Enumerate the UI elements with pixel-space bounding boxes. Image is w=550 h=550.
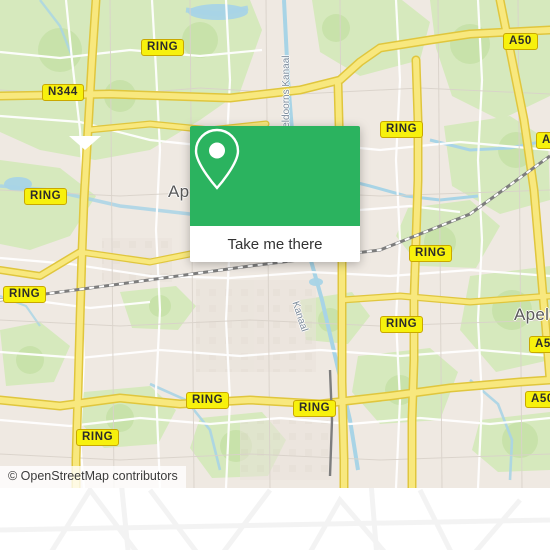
road-shield: RING [380, 121, 424, 138]
road-shield: A5 [536, 132, 550, 149]
place-label: Ap [168, 182, 190, 201]
place-label: Apeld [514, 305, 550, 324]
popup-tail [69, 136, 101, 150]
road-shield: A50 [529, 336, 550, 353]
map-pin-icon [194, 128, 240, 190]
footer-bar: Ttv Gelvandria, Netherlands moovit [0, 488, 550, 550]
road-shield: RING [3, 286, 47, 303]
popup-body [190, 126, 360, 226]
map-canvas[interactable]: RING A50 N344 RING A5 RING RING RING RING A50 RING… [0, 0, 550, 488]
road-shield: RING [76, 429, 120, 446]
road-shield: RING [409, 245, 453, 262]
road-shield: RING [293, 400, 337, 417]
osm-attribution[interactable]: © OpenStreetMap contributors [0, 466, 186, 488]
road-shield: A50 [525, 391, 550, 408]
footer-map-watermark [0, 488, 550, 550]
road-shield: RING [141, 39, 185, 56]
road-shield: RING [186, 392, 230, 409]
road-shield: RING [380, 316, 424, 333]
take-me-there-button[interactable]: Take me there [190, 226, 360, 262]
location-popup[interactable]: Take me there [190, 126, 360, 262]
map-screenshot: RING A50 N344 RING A5 RING RING RING RING A50 RING… [0, 0, 550, 550]
road-shield: RING [24, 188, 68, 205]
road-shield: N344 [42, 84, 84, 101]
road-shield: A50 [503, 33, 538, 50]
take-me-there-label: Take me there [227, 235, 323, 253]
